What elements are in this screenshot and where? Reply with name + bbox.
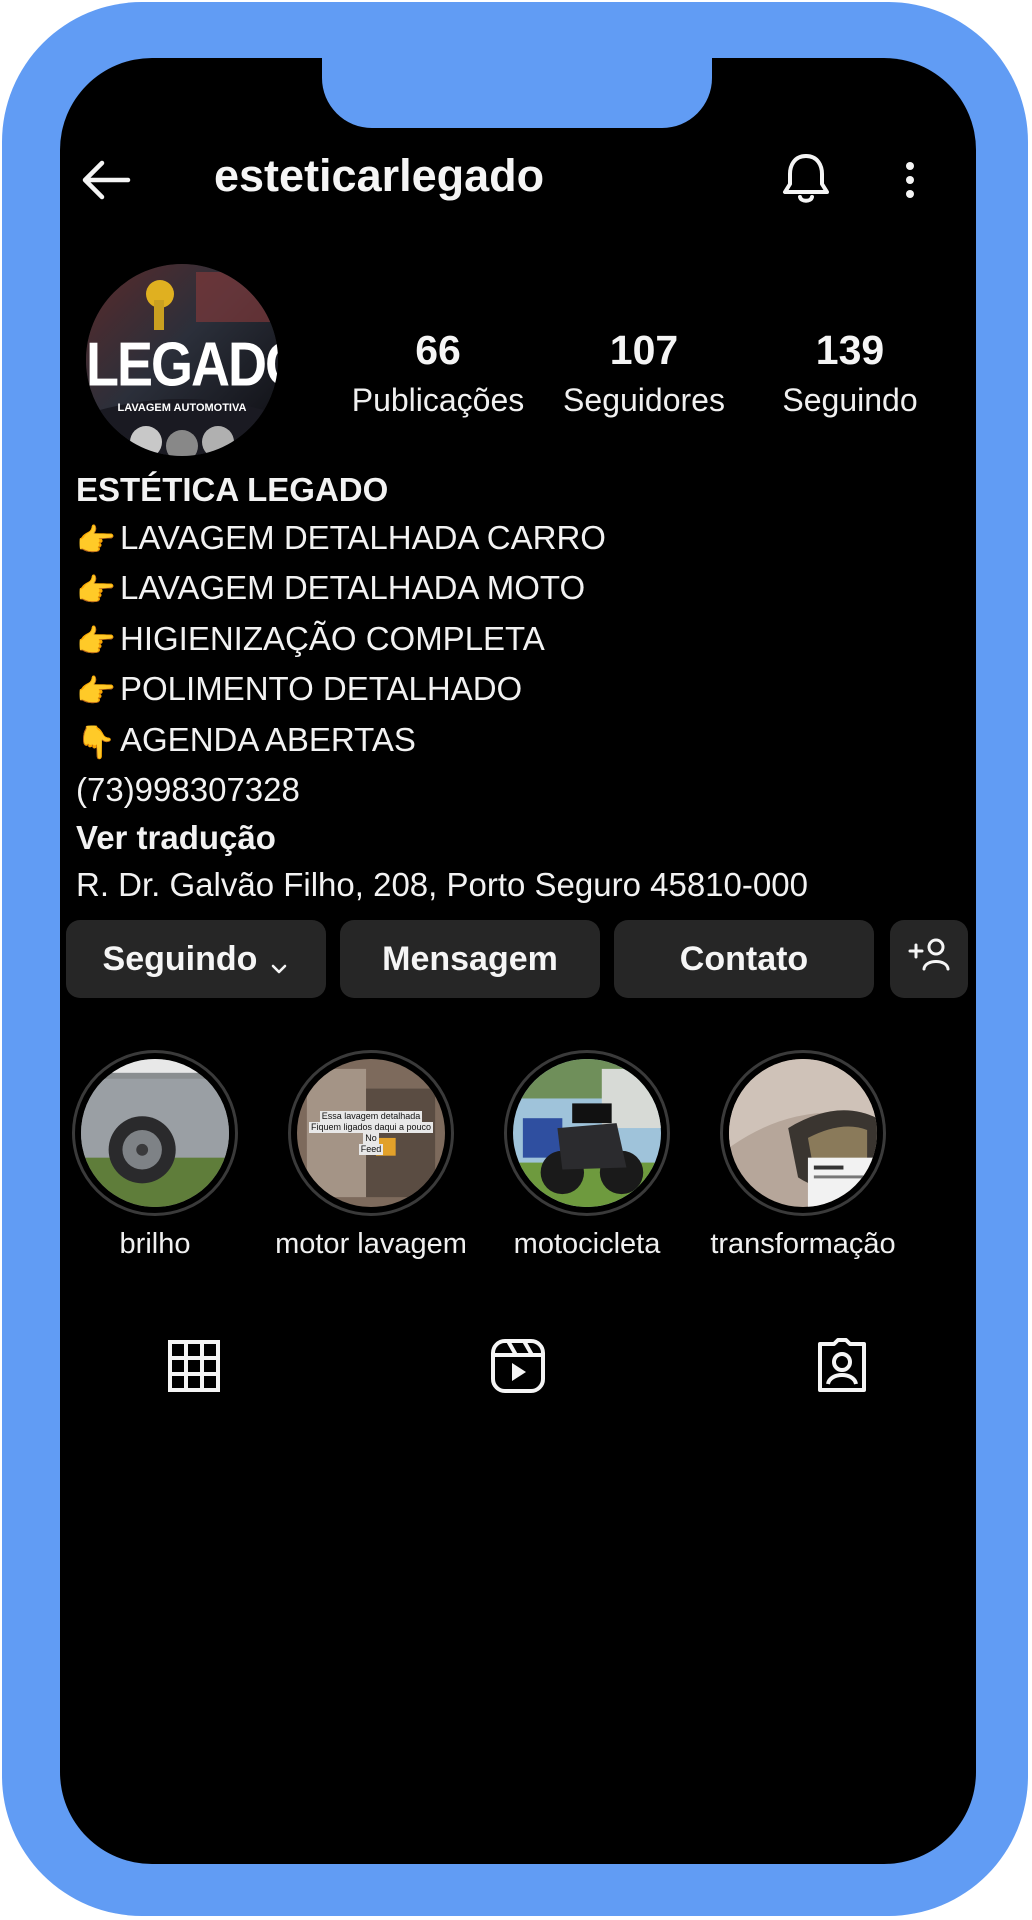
highlight-ring bbox=[720, 1050, 886, 1216]
profile-avatar[interactable]: LEGADO LAVAGEM AUTOMOTIVA bbox=[86, 264, 278, 456]
highlight-item[interactable]: motocicleta bbox=[482, 1050, 692, 1261]
bio-line-text: LAVAGEM DETALHADA CARRO bbox=[120, 518, 606, 556]
reels-icon[interactable] bbox=[488, 1336, 548, 1396]
more-options-icon[interactable] bbox=[892, 150, 928, 210]
caption-line: Essa lavagem detalhada bbox=[319, 1111, 423, 1122]
stat-posts[interactable]: 66 Publicações bbox=[338, 324, 538, 422]
highlight-label: motocicleta bbox=[513, 1228, 661, 1260]
add-person-icon bbox=[906, 935, 952, 984]
profile-username: esteticarlegado bbox=[214, 150, 545, 201]
highlight-ring bbox=[72, 1050, 238, 1216]
page-frame: esteticarlegado LEGAD LAVAGEM AUTOMOTIVA… bbox=[0, 0, 1032, 1920]
message-button[interactable]: Mensagem bbox=[340, 920, 600, 998]
pointing-right-icon: 👉 bbox=[76, 672, 116, 710]
pointing-right-icon: 👉 bbox=[76, 621, 116, 660]
highlight-ring bbox=[504, 1050, 670, 1216]
caption-line: Fiquem ligados daqui a pouco bbox=[308, 1122, 434, 1133]
bio-phone[interactable]: (73)998307328 bbox=[76, 766, 956, 814]
app-screen: esteticarlegado LEGAD LAVAGEM AUTOMOTIVA… bbox=[60, 58, 976, 1864]
translate-link[interactable]: Ver tradução bbox=[76, 814, 956, 862]
bio-line-text: POLIMENTO DETALHADO bbox=[120, 670, 523, 707]
avatar-sub-text: LAVAGEM AUTOMOTIVA bbox=[117, 402, 247, 414]
chevron-down-icon bbox=[269, 949, 289, 974]
stat-following-label: Seguindo bbox=[782, 382, 918, 418]
stat-following-count: 139 bbox=[815, 327, 885, 373]
pointing-down-icon: 👇 bbox=[76, 722, 116, 761]
bio-address[interactable]: R. Dr. Galvão Filho, 208, Porto Seguro 4… bbox=[76, 861, 956, 909]
stat-posts-label: Publicações bbox=[351, 382, 525, 418]
bio-line-text: AGENDA ABERTAS bbox=[120, 720, 416, 758]
grid-icon[interactable] bbox=[164, 1336, 224, 1396]
suggest-people-button[interactable] bbox=[890, 920, 968, 998]
bio-line: 👉 HIGIENIZAÇÃO COMPLETA bbox=[76, 615, 956, 666]
highlight-cover-engine: Essa lavagem detalhada Fiquem ligados da… bbox=[297, 1059, 445, 1207]
highlight-label: transformação bbox=[710, 1228, 896, 1260]
highlight-item[interactable]: brilho bbox=[60, 1050, 260, 1261]
back-arrow-icon[interactable] bbox=[76, 150, 136, 210]
caption-line: No bbox=[363, 1133, 379, 1144]
following-button-label: Seguindo bbox=[102, 939, 258, 978]
highlight-caption: Essa lavagem detalhada Fiquem ligados da… bbox=[297, 1111, 445, 1155]
profile-bio: ESTÉTICA LEGADO 👉 LAVAGEM DETALHADA CARRO… bbox=[76, 466, 956, 909]
bio-line: 👉 POLIMENTO DETALHADO bbox=[76, 665, 956, 716]
following-button[interactable]: Seguindo bbox=[66, 920, 326, 998]
profile-display-name: ESTÉTICA LEGADO bbox=[76, 471, 389, 508]
stat-posts-count: 66 bbox=[415, 327, 461, 373]
highlight-cover-car-wheel bbox=[81, 1059, 229, 1207]
contact-button[interactable]: Contato bbox=[614, 920, 874, 998]
phone-notch bbox=[322, 58, 712, 128]
pointing-right-icon: 👉 bbox=[76, 520, 116, 559]
contact-button-label: Contato bbox=[679, 939, 809, 978]
avatar-brand-text: LEGADO bbox=[86, 330, 278, 400]
bell-icon[interactable] bbox=[774, 146, 838, 210]
pointing-right-icon: 👉 bbox=[76, 571, 116, 609]
bio-line: 👉 LAVAGEM DETALHADA CARRO bbox=[76, 514, 956, 565]
stat-followers[interactable]: 107 Seguidores bbox=[544, 324, 744, 422]
highlight-ring: Essa lavagem detalhada Fiquem ligados da… bbox=[288, 1050, 454, 1216]
phone-mockup: esteticarlegado LEGAD LAVAGEM AUTOMOTIVA… bbox=[2, 2, 1028, 1916]
bio-line-text: LAVAGEM DETALHADA MOTO bbox=[120, 569, 586, 606]
highlight-cover-headlight bbox=[729, 1059, 877, 1207]
stat-followers-count: 107 bbox=[609, 327, 679, 373]
bio-line: 👇 AGENDA ABERTAS bbox=[76, 716, 956, 767]
bio-line-text: HIGIENIZAÇÃO COMPLETA bbox=[120, 619, 545, 657]
stat-followers-label: Seguidores bbox=[563, 382, 725, 418]
message-button-label: Mensagem bbox=[382, 939, 558, 978]
stat-following[interactable]: 139 Seguindo bbox=[750, 324, 950, 422]
highlight-cover-motorcycle bbox=[513, 1059, 661, 1207]
bio-line: 👉 LAVAGEM DETALHADA MOTO bbox=[76, 564, 956, 615]
tagged-icon[interactable] bbox=[812, 1336, 872, 1396]
caption-line: Feed bbox=[358, 1144, 384, 1155]
highlight-item[interactable]: transformação bbox=[698, 1050, 908, 1261]
highlight-label: brilho bbox=[119, 1228, 191, 1260]
highlight-item[interactable]: Essa lavagem detalhada Fiquem ligados da… bbox=[266, 1050, 476, 1261]
highlight-label: motor lavagem bbox=[275, 1228, 467, 1260]
